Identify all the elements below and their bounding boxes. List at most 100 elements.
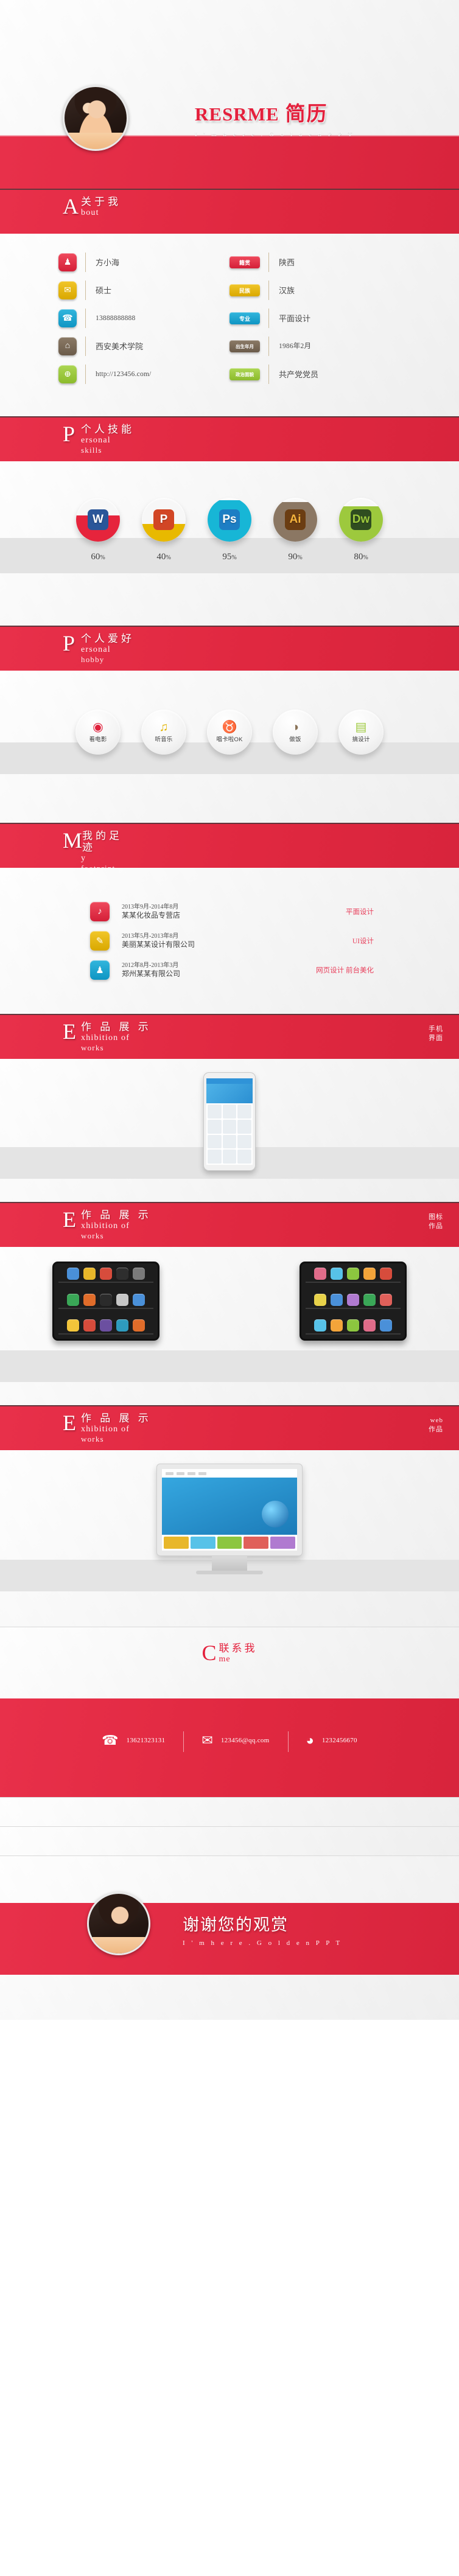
about-value: 西安美术学院: [96, 341, 144, 351]
avatar: [63, 85, 128, 151]
monitor-mockup: [156, 1464, 303, 1574]
wechat-contact[interactable]: ◕ 1232456670: [287, 1731, 376, 1752]
about-row: 民族 汉族: [230, 276, 401, 304]
powerpoint-skill[interactable]: P 40%: [141, 498, 186, 562]
shelf-band: [0, 1350, 459, 1382]
email-contact[interactable]: ✉ 123456@qq.com: [183, 1731, 287, 1752]
experience-tag: 网页设计 前台美化: [316, 967, 374, 974]
hobbies-title-cn: 个人爱好: [81, 633, 135, 644]
hobby-label: 搞设计: [352, 736, 370, 743]
microphone-icon: ♉: [222, 721, 237, 734]
experience-title-cn: 我的足迹: [82, 830, 123, 853]
about-value: 陕西: [279, 257, 295, 267]
tablet-mockup-left: [52, 1262, 159, 1341]
phone-value: 13621323131: [126, 1737, 166, 1744]
works1-corner-label: 手机 界面: [429, 1025, 443, 1042]
works2-header: E 作 品 展 示 xhibition of works 图标 作品: [0, 1202, 459, 1247]
spacer-panel-2: [0, 1826, 459, 1855]
about-value: 13888888888: [96, 314, 136, 322]
hobby-label: 听音乐: [155, 736, 173, 743]
karaoke-hobby[interactable]: ♉ 唱卡啦OK: [206, 710, 253, 755]
experience-title-en: y: [81, 854, 86, 863]
experience-date: 2013年9月-2014年8月: [122, 904, 179, 910]
about-header: A 关于我 bout: [0, 189, 459, 234]
avatar: [87, 1892, 150, 1955]
contact-letter: C: [201, 1641, 217, 1665]
school-icon: ⌂: [58, 337, 77, 355]
about-row: ♟ 方小海: [58, 248, 230, 276]
works1-header: E 作 品 展 示 xhibition of works 手机 界面: [0, 1014, 459, 1059]
about-row: 政治面貌 共产党党员: [230, 360, 401, 388]
cooking-hobby[interactable]: ◑ 做饭: [272, 710, 318, 755]
music-hobby[interactable]: ♫ 听音乐: [141, 710, 187, 755]
works3-header: E 作 品 展 示 xhibition of works web 作品: [0, 1405, 459, 1450]
about-value: 方小海: [96, 257, 120, 267]
hobbies-body: ◉ 看电影 ♫ 听音乐 ♉ 唱卡啦OK ◑ 做饭 ▤ 搞设计: [0, 671, 459, 823]
works3-corner-label: web 作品: [429, 1417, 443, 1433]
skills-body: W 60% P 40% Ps 95% Ai 90% Dw 80%: [0, 461, 459, 626]
experience-header: M 我的足迹 y footprint: [0, 823, 459, 868]
about-row: 出生年月 1986年2月: [230, 332, 401, 360]
dreamweaver-icon: Dw: [351, 509, 371, 530]
presentation-icon: ▤: [355, 721, 367, 734]
about-row: ☎ 13888888888: [58, 304, 230, 332]
illustrator-skill[interactable]: Ai 90%: [273, 498, 318, 562]
diploma-icon: ✉: [58, 281, 77, 299]
about-value: http://123456.com/: [96, 370, 152, 378]
megaphone-icon: ♪: [90, 902, 110, 921]
works2-title-en: xhibition of: [81, 1221, 130, 1230]
phone-contact[interactable]: ☎ 13621323131: [83, 1734, 183, 1747]
contact-header: C 联系我 me: [0, 1627, 459, 1698]
cover-title-cn: 简历: [285, 103, 328, 125]
experience-tag: UI设计: [352, 938, 374, 945]
about-row: 籍贯 陕西: [230, 248, 401, 276]
table-row: ♟ 2012年8月-2013年3月 郑州某某有限公司 网页设计 前台美化: [0, 955, 459, 985]
designer-icon: ✎: [90, 931, 110, 951]
skill-percent: 80: [354, 552, 363, 562]
works3-title-en2: works: [81, 1434, 104, 1443]
globe-icon: ⊕: [58, 365, 77, 383]
about-row: ⊕ http://123456.com/: [58, 360, 230, 388]
user-icon: ♟: [58, 253, 77, 271]
experience-org: 某某化妆品专营店: [122, 911, 181, 920]
about-value: 汉族: [279, 285, 295, 295]
status-badge: 民族: [230, 284, 260, 296]
phone-mockup: [203, 1072, 256, 1171]
phone-icon: ☎: [102, 1733, 119, 1748]
about-left-column: ♟ 方小海 ✉ 硕士 ☎ 13888888888 ⌂ 西安美术学院 ⊕ http…: [58, 248, 230, 388]
hobby-label: 唱卡啦OK: [216, 736, 243, 743]
photoshop-skill[interactable]: Ps 95%: [207, 498, 252, 562]
hobby-label: 做饭: [289, 736, 301, 743]
works1-body: [0, 1059, 459, 1202]
movie-hobby[interactable]: ◉ 看电影: [75, 710, 121, 755]
skill-percent: 95: [222, 552, 232, 562]
works1-letter: E: [63, 1019, 76, 1044]
works2-letter: E: [63, 1207, 76, 1232]
experience-date: 2012年8月-2013年3月: [122, 962, 179, 969]
word-skill[interactable]: W 60%: [75, 498, 121, 562]
skill-percent: 40: [156, 552, 166, 562]
powerpoint-icon: P: [153, 509, 174, 530]
experience-body: ♪ 2013年9月-2014年8月 某某化妆品专营店 平面设计 ✎ 2013年5…: [0, 868, 459, 1014]
about-value: 1986年2月: [279, 342, 312, 350]
works2-title-en2: works: [81, 1231, 104, 1240]
about-right-column: 籍贯 陕西 民族 汉族 专业 平面设计 出生年月 1986年2月 政治面貌 共产…: [230, 248, 401, 388]
works3-title-cn: 作 品 展 示: [81, 1412, 152, 1424]
skills-header: P 个人技能 ersonal skills: [0, 416, 459, 461]
works2-corner-label: 图标 作品: [429, 1213, 443, 1230]
status-badge: 政治面貌: [230, 368, 260, 380]
tablet-mockup-right: [300, 1262, 407, 1341]
works1-title-en2: works: [81, 1043, 104, 1052]
design-hobby[interactable]: ▤ 搞设计: [338, 710, 384, 755]
works3-title-en: xhibition of: [81, 1425, 130, 1434]
thanks-title: 谢谢您的观赏: [183, 1916, 289, 1934]
about-row: ⌂ 西安美术学院: [58, 332, 230, 360]
contact-bar: ☎ 13621323131 ✉ 123456@qq.com ◕ 12324566…: [0, 1698, 459, 1797]
about-title-en: bout: [81, 208, 99, 217]
contact-title-cn: 联系我: [219, 1642, 258, 1654]
wechat-icon: ◕: [306, 1733, 314, 1748]
contact-title-en: me: [219, 1655, 231, 1664]
works2-body: [0, 1247, 459, 1405]
skills-letter: P: [63, 422, 75, 446]
dreamweaver-skill[interactable]: Dw 80%: [338, 498, 384, 562]
